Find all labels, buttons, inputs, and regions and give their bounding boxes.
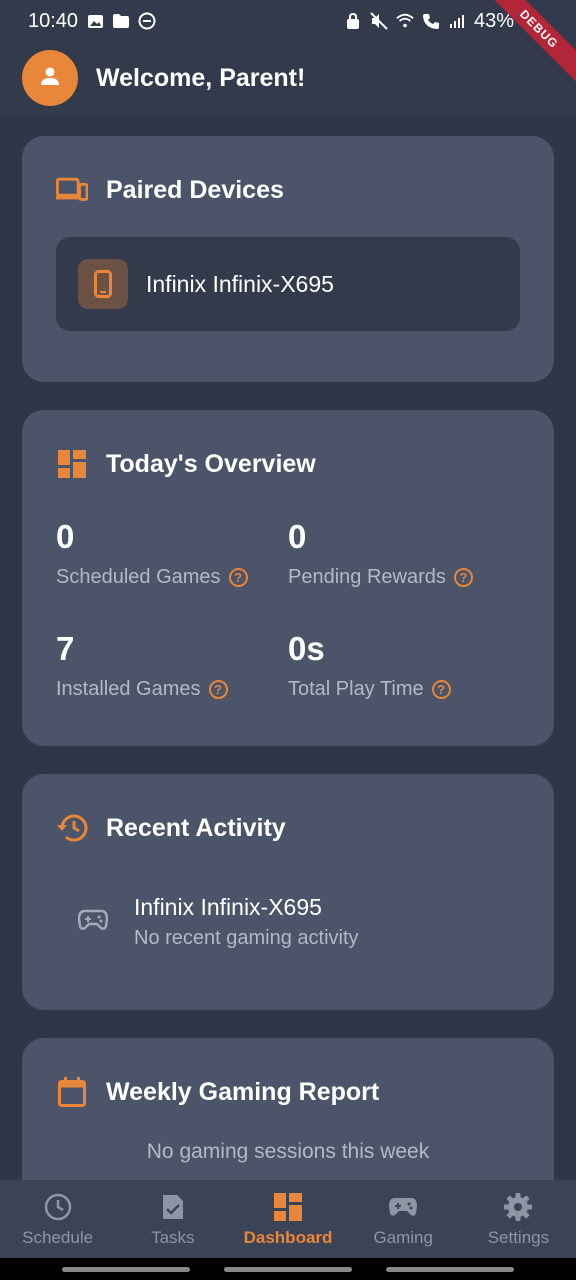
overview-card: Today's Overview 0 Scheduled Games? 0 Pe… <box>22 410 554 746</box>
nav-label: Schedule <box>22 1228 94 1247</box>
nav-label: Tasks <box>151 1228 195 1247</box>
nav-label: Gaming <box>373 1228 433 1247</box>
dashboard-icon <box>56 448 88 480</box>
avatar[interactable] <box>22 50 78 106</box>
activity-status: No recent gaming activity <box>134 927 359 949</box>
nav-item-tasks[interactable]: Tasks <box>115 1180 230 1258</box>
app-header: Welcome, Parent! <box>0 42 576 114</box>
stat-label: Scheduled Games <box>56 566 221 588</box>
stat-label: Pending Rewards <box>288 566 446 588</box>
stat-value: 0 <box>288 518 307 555</box>
paired-devices-title: Paired Devices <box>106 175 284 204</box>
welcome-title: Welcome, Parent! <box>96 63 306 92</box>
stat-scheduled-games: 0 Scheduled Games? <box>56 518 248 589</box>
devices-icon <box>56 174 88 206</box>
weekly-report-title: Weekly Gaming Report <box>106 1077 380 1106</box>
recent-activity-title: Recent Activity <box>106 813 286 842</box>
folder-notification-icon <box>112 12 130 30</box>
gear-icon <box>503 1192 533 1222</box>
activity-device: Infinix Infinix-X695 <box>134 894 322 920</box>
paired-devices-card: Paired Devices Infinix Infinix-X695 <box>22 136 554 382</box>
clock-icon <box>43 1192 73 1222</box>
stat-label: Installed Games <box>56 678 201 700</box>
stat-label: Total Play Time <box>288 678 424 700</box>
bottom-nav: Schedule Tasks Dashboard Gaming Settings <box>0 1180 576 1258</box>
overview-title: Today's Overview <box>106 449 316 478</box>
stat-value: 0s <box>288 630 325 667</box>
person-icon <box>38 64 62 93</box>
recent-activity-card: Recent Activity Infinix Infinix-X695 No … <box>22 774 554 1010</box>
weekly-report-card: Weekly Gaming Report No gaming sessions … <box>22 1038 554 1180</box>
system-nav-bar <box>0 1258 576 1280</box>
gesture-handle[interactable] <box>224 1267 352 1272</box>
help-icon[interactable]: ? <box>431 680 451 699</box>
history-icon <box>56 812 88 844</box>
task-icon <box>158 1192 188 1222</box>
gamepad-icon <box>388 1192 418 1222</box>
gamepad-icon <box>77 909 109 936</box>
dashboard-content[interactable]: Paired Devices Infinix Infinix-X695 Toda… <box>0 114 576 1180</box>
help-icon[interactable]: ? <box>453 568 473 587</box>
stat-value: 0 <box>56 518 75 555</box>
help-icon[interactable]: ? <box>228 568 248 587</box>
status-time: 10:40 <box>28 9 79 32</box>
activity-item[interactable]: Infinix Infinix-X695 No recent gaming ac… <box>77 894 359 950</box>
nav-label: Settings <box>487 1228 550 1247</box>
stat-total-play-time: 0s Total Play Time? <box>288 630 451 701</box>
help-icon[interactable]: ? <box>208 680 228 699</box>
nav-item-dashboard[interactable]: Dashboard <box>230 1180 345 1258</box>
stat-value: 7 <box>56 630 75 667</box>
nav-label: Dashboard <box>243 1228 333 1247</box>
gesture-handle[interactable] <box>386 1267 514 1272</box>
call-icon <box>422 12 440 30</box>
gesture-handle[interactable] <box>62 1267 190 1272</box>
mute-icon <box>370 12 388 30</box>
nav-item-settings[interactable]: Settings <box>461 1180 576 1258</box>
status-bar: 10:40 43% DEBUG <box>0 0 576 90</box>
lock-alert-icon <box>344 12 362 30</box>
wifi-icon <box>396 12 414 30</box>
calendar-icon <box>56 1076 88 1108</box>
nav-item-schedule[interactable]: Schedule <box>0 1180 115 1258</box>
nav-item-gaming[interactable]: Gaming <box>346 1180 461 1258</box>
dnd-icon <box>138 12 156 30</box>
image-notification-icon <box>86 12 104 30</box>
weekly-empty-text: No gaming sessions this week <box>146 1140 430 1163</box>
stat-installed-games: 7 Installed Games? <box>56 630 228 701</box>
signal-icon <box>448 12 466 30</box>
dashboard-icon <box>273 1192 303 1222</box>
stat-pending-rewards: 0 Pending Rewards? <box>288 518 473 589</box>
phone-icon <box>78 259 128 309</box>
device-row[interactable]: Infinix Infinix-X695 <box>56 237 520 331</box>
device-name: Infinix Infinix-X695 <box>146 270 334 297</box>
